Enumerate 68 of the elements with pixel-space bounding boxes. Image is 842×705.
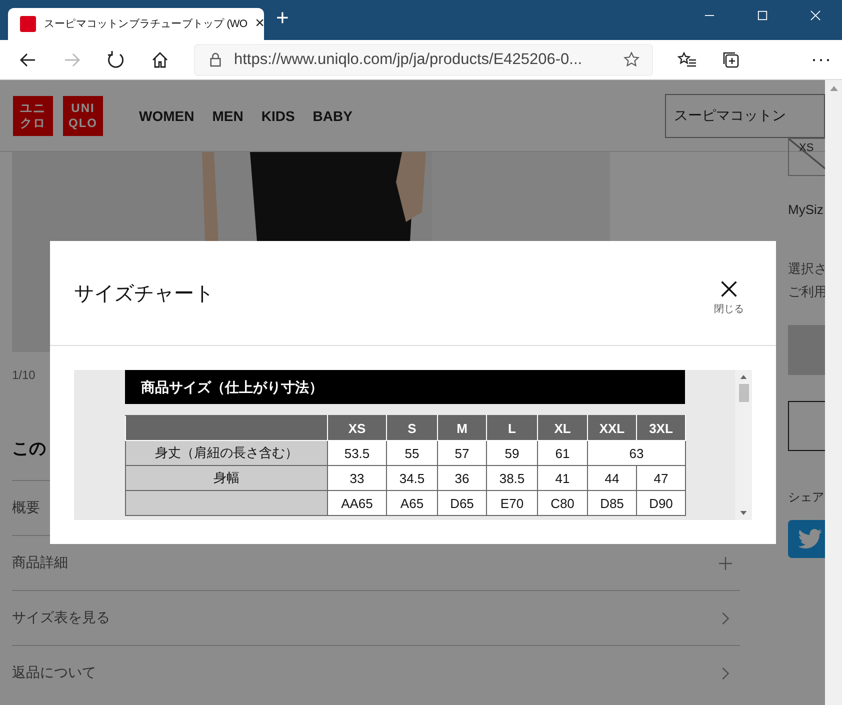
maximize-icon[interactable] <box>757 10 768 21</box>
logo[interactable]: ユニ クロ <box>13 96 53 136</box>
table-header-cell: M <box>438 416 486 440</box>
home-icon[interactable] <box>150 50 170 70</box>
table-cell: 34.5 <box>386 466 438 490</box>
table-cell: 59 <box>486 440 538 466</box>
scroll-up-icon[interactable] <box>740 375 747 379</box>
close-icon <box>720 280 738 298</box>
nav-link[interactable]: WOMEN <box>139 108 194 124</box>
table-header-cell: L <box>486 416 538 440</box>
nav-link[interactable]: MEN <box>212 108 244 124</box>
add-favorite-icon[interactable] <box>623 51 640 68</box>
logo[interactable]: UNI QLO <box>63 96 103 136</box>
section-heading: この <box>12 438 46 460</box>
lock-icon <box>209 52 222 67</box>
table-cell: 38.5 <box>486 466 538 490</box>
scrollbar[interactable] <box>735 370 752 520</box>
favorites-icon[interactable] <box>677 50 697 70</box>
table-cell: C80 <box>538 490 588 516</box>
plus-icon <box>719 556 732 570</box>
table-cell: D90 <box>636 490 686 516</box>
table-cell: 57 <box>438 440 486 466</box>
table-header-cell: XL <box>538 416 588 440</box>
collections-icon[interactable] <box>721 50 741 70</box>
refresh-icon[interactable] <box>106 50 126 70</box>
nav-link[interactable]: BABY <box>312 108 352 124</box>
table-cell: AA65 <box>328 490 386 516</box>
table-header-cell: XXL <box>588 416 636 440</box>
table-cell: 61 <box>538 440 588 466</box>
nav-link[interactable]: KIDS <box>261 108 295 124</box>
browser-tab[interactable]: スーピマコットンブラチューブトップ (WO × <box>8 8 264 40</box>
scrollbar[interactable] <box>825 80 842 705</box>
accordion-item[interactable]: サイズ表を見る <box>12 590 740 645</box>
dialog-title: サイズチャート <box>74 282 214 306</box>
address-bar[interactable]: https://www.uniqlo.com/jp/ja/products/E425206-0... <box>194 44 653 76</box>
table-cell: 63 <box>588 440 686 466</box>
table-header-cell: 3XL <box>636 416 686 440</box>
close-button[interactable]: 閉じる <box>714 280 744 316</box>
row-label-cell: 身丈（肩紐の長さ含む） <box>126 440 328 466</box>
table-cell: 53.5 <box>328 440 386 466</box>
table-cell: 33 <box>328 466 386 490</box>
accordion-item[interactable]: 返品について <box>12 645 740 700</box>
table-cell: A65 <box>386 490 438 516</box>
table-cell: 55 <box>386 440 438 466</box>
table-cell: E70 <box>486 490 538 516</box>
new-tab-button[interactable]: + <box>276 4 289 32</box>
table-cell: 36 <box>438 466 486 490</box>
tab-title: スーピマコットンブラチューブトップ (WO <box>44 17 248 31</box>
table-header-cell: S <box>386 416 438 440</box>
image-counter: 1/10 <box>12 368 36 382</box>
table-header-cell: XS <box>328 416 386 440</box>
table-cell: 41 <box>538 466 588 490</box>
table-cell: D85 <box>588 490 636 516</box>
close-icon[interactable] <box>810 10 821 21</box>
search-field[interactable]: スーピマコットン <box>665 94 825 138</box>
table-cell: 44 <box>588 466 636 490</box>
table-cell: 47 <box>636 466 686 490</box>
row-label-cell: 身幅 <box>126 466 328 490</box>
more-button[interactable]: ··· <box>811 49 832 70</box>
scroll-thumb[interactable] <box>738 384 748 402</box>
tab-close-button[interactable]: × <box>255 15 264 33</box>
scroll-down-icon[interactable] <box>740 511 747 515</box>
favicon-icon <box>20 16 36 32</box>
chart-heading: 商品サイズ（仕上がり寸法） <box>125 370 685 404</box>
mysize-label: MySiz <box>788 202 824 217</box>
share-label: シェア <box>788 489 825 506</box>
table-cell: D65 <box>438 490 486 516</box>
bird-icon <box>798 529 822 549</box>
